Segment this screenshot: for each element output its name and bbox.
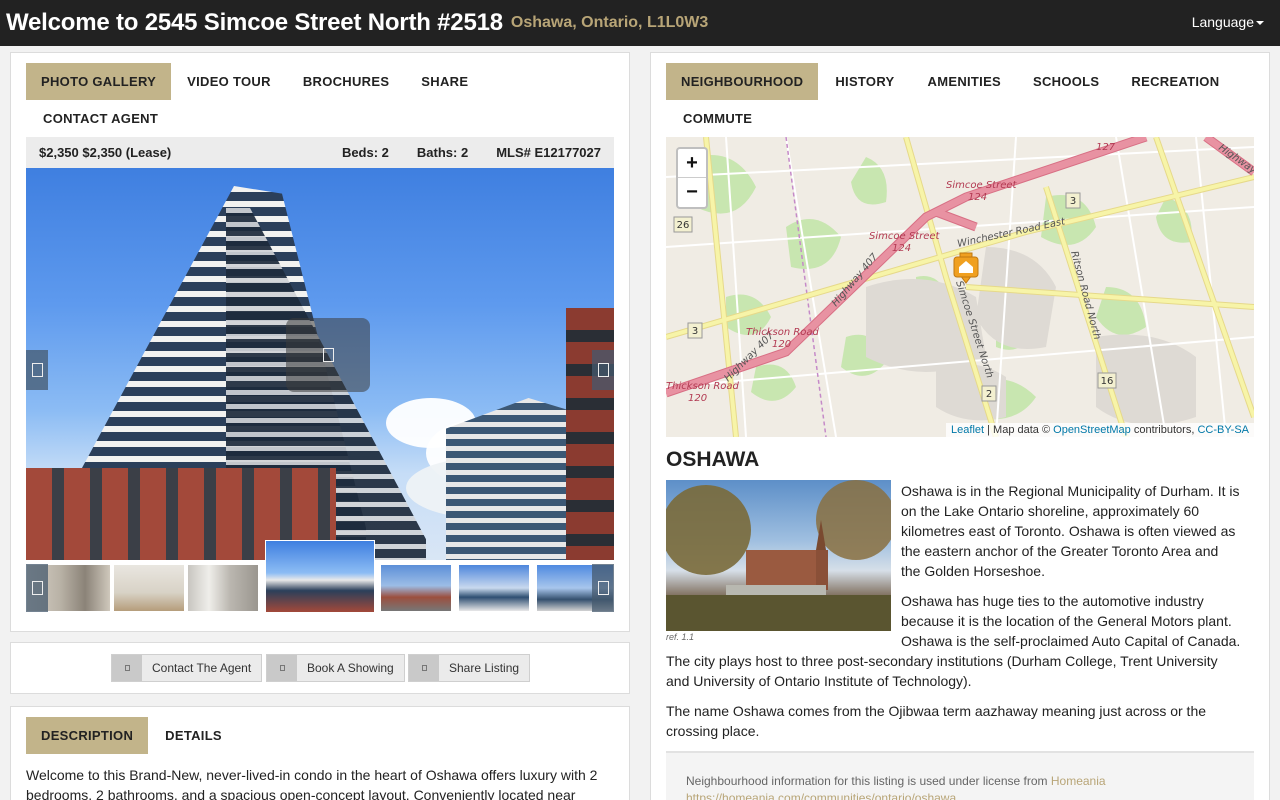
map-attribution: Leaflet | Map data © OpenStreetMap contr… — [946, 423, 1254, 437]
listing-beds: Beds: 2 — [341, 145, 389, 160]
map-label: 120 — [772, 339, 791, 350]
thumbnail[interactable] — [187, 564, 259, 612]
map-shield-26: 26 — [677, 220, 690, 231]
listing-price: $2,350 $2,350 (Lease) — [39, 145, 172, 160]
photo-next-button[interactable] — [592, 350, 614, 390]
license-box: Neighbourhood information for this listi… — [666, 751, 1254, 800]
arrow-left-icon — [31, 363, 43, 377]
tab-photo-gallery[interactable]: PHOTO GALLERY — [26, 63, 172, 100]
tab-commute[interactable]: COMMUTE — [666, 100, 769, 137]
action-panel: Contact The Agent Book A Showing Share L… — [10, 642, 630, 694]
osm-link[interactable]: OpenStreetMap — [1053, 424, 1131, 436]
arrow-right-icon — [597, 363, 609, 377]
tab-contact-agent[interactable]: CONTACT AGENT — [26, 100, 175, 137]
tab-amenities[interactable]: AMENITIES — [912, 63, 1017, 100]
gallery-tabs: PHOTO GALLERY VIDEO TOUR BROCHURES SHARE… — [26, 63, 606, 137]
thumbnail[interactable] — [113, 564, 185, 612]
map-label: Thickson Road — [666, 381, 740, 392]
share-listing-label: Share Listing — [449, 661, 520, 675]
contact-agent-label: Contact The Agent — [152, 661, 252, 675]
contact-agent-button[interactable]: Contact The Agent — [111, 654, 263, 682]
thumbnail[interactable] — [380, 564, 452, 612]
map-label: 124 — [968, 192, 987, 203]
neighbourhood-tabs: NEIGHBOURHOOD HISTORY AMENITIES SCHOOLS … — [666, 63, 1256, 137]
tab-recreation[interactable]: RECREATION — [1115, 63, 1235, 100]
caret-down-icon — [1256, 21, 1264, 26]
homeania-link[interactable]: Homeania — [1051, 774, 1106, 788]
city-title: OSHAWA — [666, 448, 760, 471]
map-boundary — [785, 137, 827, 437]
arrow-left-icon — [31, 581, 43, 595]
slideshow-pause-button[interactable] — [286, 318, 370, 392]
image-reference: ref. 1.1 — [666, 632, 695, 642]
tab-share[interactable]: SHARE — [405, 63, 484, 100]
neighbourhood-map[interactable]: 26 3 3 2 16 Simcoe Street 124 Simcoe Str… — [666, 137, 1254, 437]
map-shield-3-west: 3 — [692, 326, 698, 337]
main-photo — [26, 168, 614, 560]
thumbnail-selected[interactable] — [265, 540, 375, 613]
zoom-in-button[interactable]: + — [678, 149, 706, 178]
map-label: Thickson Road — [746, 327, 820, 338]
attribution-text: | Map data © — [984, 424, 1054, 436]
book-showing-label: Book A Showing — [307, 661, 394, 675]
location-subtitle: Oshawa, Ontario, L1L0W3 — [510, 14, 709, 31]
calendar-icon — [267, 655, 297, 681]
listing-info-bar: $2,350 $2,350 (Lease) Beds: 2 Baths: 2 M… — [26, 137, 614, 168]
home-marker-icon — [953, 252, 979, 284]
license-text: Neighbourhood information for this listi… — [686, 774, 1051, 788]
photo-brick-building — [566, 308, 614, 560]
map-zoom-control: + − — [676, 147, 708, 209]
gallery-panel: PHOTO GALLERY VIDEO TOUR BROCHURES SHARE… — [10, 52, 630, 632]
tab-neighbourhood[interactable]: NEIGHBOURHOOD — [666, 63, 819, 100]
language-dropdown[interactable]: Language — [1192, 14, 1264, 30]
thumbnail-prev-button[interactable] — [26, 564, 48, 612]
language-label: Language — [1191, 14, 1254, 30]
map-shield-3-east: 3 — [1070, 196, 1076, 207]
tab-brochures[interactable]: BROCHURES — [287, 63, 405, 100]
tab-schools[interactable]: SCHOOLS — [1017, 63, 1115, 100]
share-icon — [409, 655, 439, 681]
map-canvas: 26 3 3 2 16 Simcoe Street 124 Simcoe Str… — [666, 137, 1254, 437]
homeania-url-link[interactable]: https://homeania.com/communities/ontario… — [686, 791, 956, 800]
city-photo — [666, 480, 891, 631]
city-paragraph-3: The name Oshawa comes from the Ojibwaa t… — [666, 703, 1207, 739]
tab-description[interactable]: DESCRIPTION — [26, 717, 149, 754]
thumbnail[interactable] — [458, 564, 530, 612]
listing-mls: MLS# E12177027 — [496, 145, 601, 160]
description-panel: DESCRIPTION DETAILS Welcome to this Bran… — [10, 706, 630, 800]
map-label: Simcoe Street — [869, 231, 940, 242]
map-shield-16: 16 — [1101, 376, 1114, 387]
tab-history[interactable]: HISTORY — [818, 63, 911, 100]
map-label: 124 — [892, 243, 911, 254]
city-photo-art — [666, 480, 891, 631]
license-link[interactable]: CC-BY-SA — [1197, 424, 1249, 436]
description-text: Welcome to this Brand-New, never-lived-i… — [26, 767, 598, 800]
arrow-right-icon — [597, 581, 609, 595]
page-title: Welcome to 2545 Simcoe Street North #251… — [6, 9, 503, 36]
attribution-contrib: contributors, — [1130, 424, 1198, 436]
share-listing-button[interactable]: Share Listing — [408, 654, 531, 682]
leaflet-link[interactable]: Leaflet — [951, 424, 984, 436]
description-tabs: DESCRIPTION DETAILS — [26, 717, 239, 754]
zoom-out-button[interactable]: − — [678, 178, 706, 207]
thumbnail-next-button[interactable] — [592, 564, 614, 612]
contact-icon — [112, 655, 142, 681]
map-label: 127 — [1096, 142, 1116, 153]
pause-icon — [322, 348, 334, 362]
tab-video-tour[interactable]: VIDEO TOUR — [171, 63, 287, 100]
tab-details[interactable]: DETAILS — [148, 717, 239, 754]
map-shield-2: 2 — [986, 389, 992, 400]
book-showing-button[interactable]: Book A Showing — [266, 654, 405, 682]
map-label: 120 — [688, 393, 707, 404]
top-bar: Welcome to 2545 Simcoe Street North #251… — [0, 0, 1280, 46]
map-label: Simcoe Street — [946, 180, 1017, 191]
neighbourhood-panel: NEIGHBOURHOOD HISTORY AMENITIES SCHOOLS … — [650, 52, 1270, 800]
photo-prev-button[interactable] — [26, 350, 48, 390]
listing-baths: Baths: 2 — [416, 145, 469, 160]
